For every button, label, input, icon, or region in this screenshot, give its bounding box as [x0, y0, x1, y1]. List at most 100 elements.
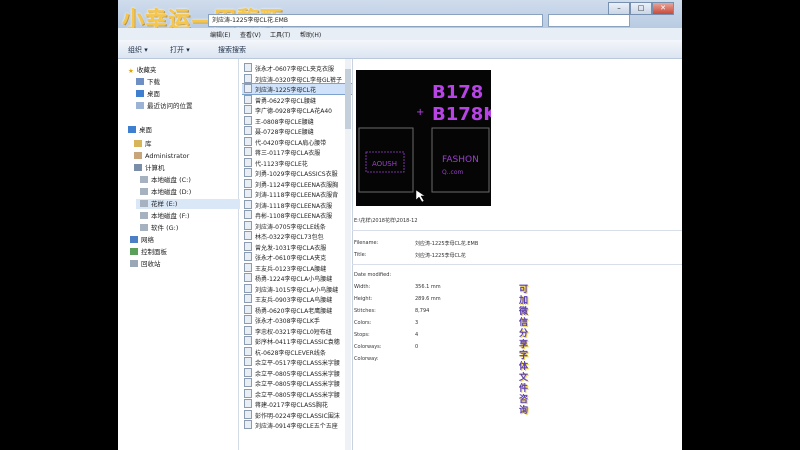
file-row[interactable]: 余立平-0805李母CLASS米字腰 [242, 388, 352, 399]
file-row[interactable]: 杨勇-1224李母CLA小鸟腰缝 [242, 273, 352, 283]
file-row[interactable]: 杭-0628李母CLEVER线条 [242, 346, 352, 357]
nav-recycle-bin[interactable]: 回收站 [130, 259, 161, 269]
file-name: 杨勇-0620李母CLA老鹰腰缝 [255, 307, 333, 315]
menu-tools[interactable]: 工具(T) [270, 30, 290, 39]
file-name: 刘涛-1118李母CLEENA衣服 [255, 202, 333, 210]
file-row[interactable]: 杨勇-0620李母CLA老鹰腰缝 [242, 304, 352, 315]
colors-label: Colors: [354, 320, 372, 326]
file-name: 刘应涛-0320李母CL李母GL裤子 [255, 76, 342, 84]
file-row[interactable]: 张永才-0607李母CL夹克衣服 [242, 63, 352, 73]
file-name: 刘应涛-1015李母CLA小鸟腰缝 [255, 286, 339, 294]
file-icon [244, 199, 252, 209]
file-name: 刘勇-1124李母CLEENA衣服胸 [255, 181, 339, 189]
file-row[interactable]: 曾勇-0622李母CL腰缝 [242, 94, 352, 105]
user-icon [134, 152, 142, 159]
file-row[interactable]: 彭作明-0224李母CLASSIC围沫 [242, 409, 352, 420]
file-icon [244, 367, 252, 377]
nav-library[interactable]: 库 [134, 139, 152, 149]
mouse-cursor-icon [415, 189, 426, 203]
nav-favorites[interactable]: ★ 收藏夹 [128, 65, 156, 75]
file-row[interactable]: 代-1123李母CLE花 [242, 157, 352, 168]
file-name: 代-0420李母CLA肩心腰带 [255, 139, 327, 147]
open-button[interactable]: 打开 ▾ [170, 45, 190, 55]
file-row[interactable]: 刘勇-1029李母CLASSICS衣服 [242, 168, 352, 178]
search-button[interactable]: 搜索搜索 [218, 45, 246, 55]
nav-disk-f[interactable]: 本地磁盘 (F:) [140, 211, 190, 221]
file-row[interactable]: 蒋三-0117李母CLA衣服 [242, 147, 352, 157]
title-label: Title: [354, 252, 367, 258]
file-row[interactable]: 聂-0728李母CLE腰缝 [242, 126, 352, 136]
file-name: 杭-0628李母CLEVER线条 [255, 349, 326, 357]
file-row[interactable]: 曾允发-1031李母CLA衣服 [242, 241, 352, 252]
minimize-button[interactable]: – [608, 2, 630, 15]
preview-label-top: B178 [432, 82, 483, 103]
file-row[interactable]: 张永才-0610李母CLA夹克 [242, 252, 352, 262]
file-row[interactable]: 余立平-0517李母CLASS米字腰 [242, 357, 352, 367]
file-row[interactable]: 彭序林-0411李母CLASSIC袁穗 [242, 336, 352, 346]
date-modified-label: Date modified: [354, 272, 392, 278]
file-row[interactable]: 张永才-0308李母CLK手 [242, 315, 352, 325]
nav-recent[interactable]: 最近访问的位置 [136, 101, 193, 111]
file-row[interactable]: 蒋建-0217李母CLASS胸花 [242, 399, 352, 409]
menu-view[interactable]: 查看(V) [240, 30, 261, 39]
desktop-icon [128, 126, 136, 133]
file-icon [244, 262, 252, 272]
file-row[interactable]: 刘勇-1124李母CLEENA衣服胸 [242, 178, 352, 189]
file-row[interactable]: 王友兵-0903李母CLA鸟腰缝 [242, 294, 352, 304]
file-row[interactable]: 刘涛-1118李母CLEENA衣服背 [242, 189, 352, 199]
file-row[interactable]: 代-0420李母CLA肩心腰带 [242, 136, 352, 147]
file-name: 曾允发-1031李母CLA衣服 [255, 244, 327, 252]
search-input[interactable] [548, 14, 630, 27]
file-name: 张永才-0607李母CL夹克衣服 [255, 66, 334, 73]
file-row[interactable]: 王-0808李母CLE腰缝 [242, 115, 352, 126]
menu-edit[interactable]: 编辑(E) [210, 30, 230, 39]
file-row[interactable]: 李广德-0928李母CLA花A40 [242, 105, 352, 115]
library-icon [134, 140, 142, 147]
preview-right-text-bottom: Q..com [442, 169, 464, 176]
menu-help[interactable]: 帮助(H) [300, 30, 321, 39]
file-name: 蒋三-0117李母CLA衣服 [255, 150, 321, 157]
file-row[interactable]: 余立平-0805李母CLASS米字腰 [242, 378, 352, 388]
folder-icon [136, 78, 144, 85]
file-row[interactable]: 刘应涛-0914李母CLE五个五座 [242, 420, 352, 430]
nav-administrator[interactable]: Administrator [134, 151, 189, 161]
preview-right-text-top: FASHON [442, 155, 479, 165]
nav-disk-c[interactable]: 本地磁盘 (C:) [140, 175, 191, 185]
nav-desktop-root[interactable]: 桌面 [128, 125, 152, 135]
nav-control-panel[interactable]: 控制面板 [130, 247, 167, 257]
menu-bar: 编辑(E) 查看(V) 工具(T) 帮助(H) [118, 28, 682, 40]
nav-disk-e[interactable]: 花样 (E:) [136, 199, 240, 209]
file-list-scrollbar[interactable] [345, 59, 351, 450]
nav-disk-d[interactable]: 本地磁盘 (D:) [140, 187, 191, 197]
file-name: 余立平-0805李母CLASS米字腰 [255, 370, 340, 378]
nav-disk-g[interactable]: 软件 (G:) [140, 223, 178, 233]
maximize-button[interactable]: □ [630, 2, 652, 15]
scroll-thumb[interactable] [345, 69, 351, 129]
file-row[interactable]: 林杰-0322李母CL73包包 [242, 231, 352, 241]
colorways-label: Colorways: [354, 344, 382, 350]
file-row[interactable]: 冉彬-1108李母CLEENA衣服 [242, 210, 352, 220]
close-button[interactable]: ✕ [652, 2, 674, 15]
file-row[interactable]: 余立平-0805李母CLASS米字腰 [242, 367, 352, 378]
nav-network[interactable]: 网络 [130, 235, 154, 245]
file-name: 余立平-0805李母CLASS米字腰 [255, 381, 340, 388]
file-icon [244, 105, 252, 114]
navigation-pane: ★ 收藏夹 下载 桌面 最近访问的位置 桌面 库 Administrator 计算… [118, 59, 240, 450]
file-row[interactable]: 王友兵-0123李母CLA腰缝 [242, 262, 352, 273]
file-icon [244, 168, 252, 177]
file-icon [244, 231, 252, 240]
file-row[interactable]: 刘应涛-0320李母CL李母GL裤子 [242, 73, 352, 84]
nav-computer[interactable]: 计算机 [134, 163, 165, 173]
file-row[interactable]: 李忠权-0321李母CL0短布纽 [242, 325, 352, 336]
nav-desktop[interactable]: 桌面 [136, 89, 160, 99]
file-row[interactable]: 刘应涛-1225李母CL花 [242, 83, 352, 95]
organize-button[interactable]: 组织 ▾ [128, 45, 148, 55]
nav-downloads[interactable]: 下载 [136, 77, 160, 87]
file-name: 余立平-0805李母CLASS米字腰 [255, 391, 340, 399]
drive-icon [140, 212, 148, 219]
file-row[interactable]: 刘涛-1118李母CLEENA衣服 [242, 199, 352, 210]
address-bar[interactable]: 刘应涛-1225李母CL花.EMB [208, 14, 543, 27]
file-row[interactable]: 刘应涛-1015李母CLA小鸟腰缝 [242, 283, 352, 294]
file-row[interactable]: 刘应涛-0705李母CLE线条 [242, 220, 352, 231]
stops-label: Stops: [354, 332, 370, 338]
